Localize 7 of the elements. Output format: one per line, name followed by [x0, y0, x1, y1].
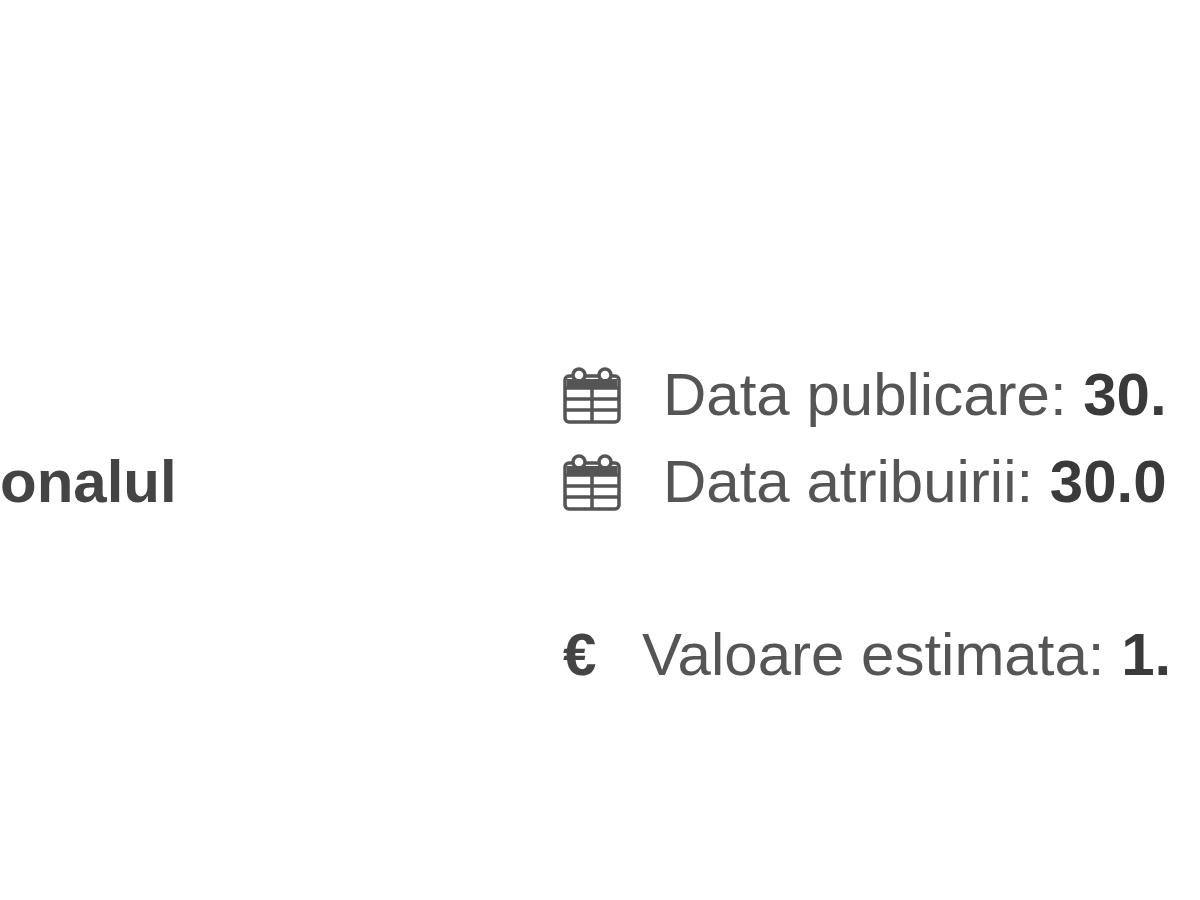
euro-icon: € — [563, 624, 600, 685]
heading-text: onalul — [0, 447, 178, 517]
detail-text: Data publicare: 30. — [663, 360, 1167, 430]
detail-text: Valoare estimata: 1. — [642, 620, 1172, 690]
detail-text: Data atribuirii: 30.0 — [663, 447, 1167, 517]
calendar-icon — [563, 452, 621, 511]
calendar-icon — [563, 365, 621, 424]
